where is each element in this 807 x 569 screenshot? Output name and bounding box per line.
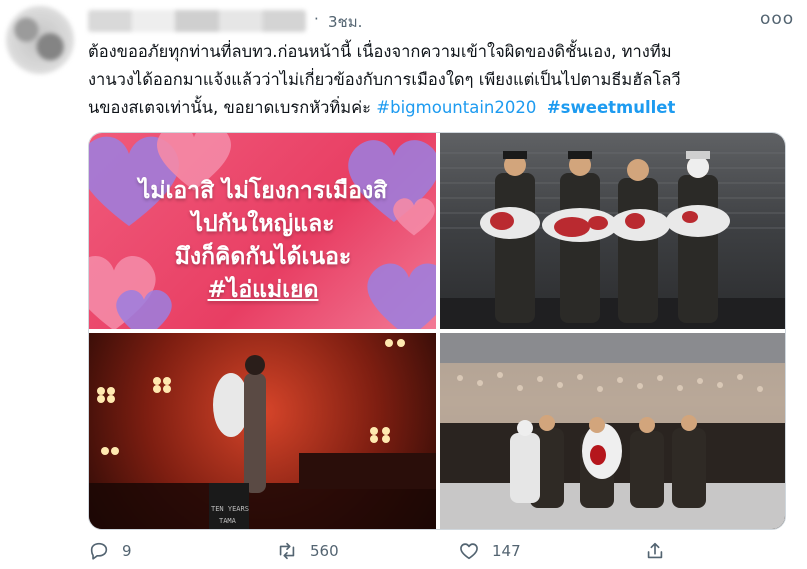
avatar[interactable] xyxy=(6,6,74,74)
tweet-actions: 9 560 147 xyxy=(88,538,778,566)
quote-line: ไม่เอาสิ ไม่โยงการเมืองสิ xyxy=(138,178,388,204)
reply-count: 9 xyxy=(122,542,132,560)
share-icon xyxy=(647,542,663,559)
media-grid: ไม่เอาสิ ไม่โยงการเมืองสิ ไปกันใหญ่และ ม… xyxy=(88,132,786,530)
media-image-1[interactable]: ไม่เอาสิ ไม่โยงการเมืองสิ ไปกันใหญ่และ ม… xyxy=(89,133,436,329)
band-photo-illustration xyxy=(440,151,785,329)
share-button[interactable] xyxy=(644,540,678,562)
quote-line: ไปกันใหญ่และ xyxy=(191,211,335,237)
retweet-button[interactable]: 560 xyxy=(276,540,339,562)
hashtag-bigmountain[interactable]: #bigmountain2020 xyxy=(376,98,536,117)
like-icon xyxy=(460,543,478,560)
retweet-count: 560 xyxy=(310,542,339,560)
tweet-text-line: ต้องขออภัยทุกท่านที่ลบทว.ก่อนหน้านี้ เนื… xyxy=(88,42,672,61)
monitor-label: TEN YEARS xyxy=(211,505,249,513)
like-button[interactable]: 147 xyxy=(458,540,521,562)
media-image-4[interactable] xyxy=(440,333,785,529)
tweet-text: ต้องขออภัยทุกท่านที่ลบทว.ก่อนหน้านี้ เนื… xyxy=(88,38,778,122)
stage-photo-illustration: TEN YEARS TAMA xyxy=(89,339,436,529)
time-separator: · xyxy=(314,10,319,28)
quote-line: มึงก็คิดกันได้เนอะ xyxy=(174,244,352,270)
quote-hashtag: #ไอ่แม่เยด xyxy=(207,277,319,303)
hashtag-sweetmullet[interactable]: #sweetmullet xyxy=(547,98,676,117)
tweet-text-line-last: นของสเตจเท่านั้น, ขอยาดเบรกหัวทิ่มค่ะ #b… xyxy=(88,94,778,122)
tweet-timestamp[interactable]: 3ชม. xyxy=(328,10,362,34)
crowd-photo-illustration xyxy=(440,333,785,529)
like-count: 147 xyxy=(492,542,521,560)
more-options-icon[interactable]: ooo xyxy=(760,9,794,29)
retweet-icon xyxy=(279,542,295,560)
media-image-2[interactable] xyxy=(440,133,785,329)
reply-icon xyxy=(90,542,108,560)
image-quote-text: ไม่เอาสิ ไม่โยงการเมืองสิ ไปกันใหญ่และ ม… xyxy=(113,175,413,307)
monitor-label: TAMA xyxy=(219,517,237,525)
media-image-3[interactable]: TEN YEARS TAMA xyxy=(89,333,436,529)
tweet-text-line: งานวงได้ออกมาแจ้งแล้วว่าไม่เกี่ยวข้องกับ… xyxy=(88,70,681,89)
tweet-text-line: นของสเตจเท่านั้น, ขอยาดเบรกหัวทิ่มค่ะ xyxy=(88,98,377,117)
reply-button[interactable]: 9 xyxy=(88,540,132,562)
author-name-blurred[interactable] xyxy=(88,10,306,32)
